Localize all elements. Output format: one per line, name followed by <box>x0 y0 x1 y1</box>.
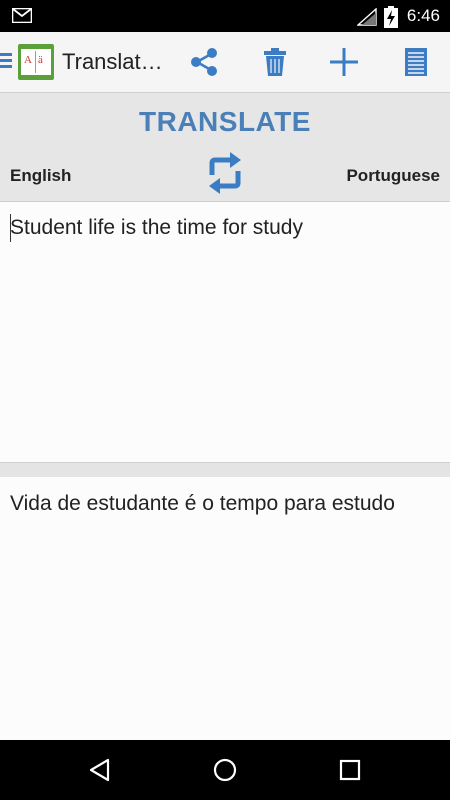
trash-icon[interactable] <box>259 46 291 78</box>
status-bar: 6:46 <box>0 0 450 32</box>
gmail-notification-icon <box>12 8 32 23</box>
recents-icon[interactable] <box>336 756 364 784</box>
translated-text: Vida de estudante é o tempo para estudo <box>10 492 395 515</box>
add-icon[interactable] <box>328 46 360 78</box>
app-logo-icon[interactable]: Aä <box>18 44 54 80</box>
action-bar: Aä Translat… <box>0 32 450 93</box>
drawer-menu-icon[interactable] <box>0 53 12 71</box>
battery-charging-icon <box>384 6 398 28</box>
clock: 6:46 <box>406 6 440 25</box>
navigation-bar <box>0 740 450 800</box>
source-text[interactable]: Student life is the time for study <box>10 216 303 240</box>
document-list-icon[interactable] <box>400 46 432 78</box>
source-text-input[interactable]: Student life is the time for study <box>0 202 450 462</box>
translate-panel: TRANSLATE English Portuguese <box>0 93 450 202</box>
swap-languages-icon[interactable] <box>205 151 245 195</box>
translate-button[interactable]: TRANSLATE <box>0 106 450 138</box>
signal-icon <box>357 8 377 26</box>
home-icon[interactable] <box>211 756 239 784</box>
panel-divider <box>0 462 450 478</box>
share-icon[interactable] <box>188 46 220 78</box>
target-language-selector[interactable]: Portuguese <box>346 166 440 186</box>
back-icon[interactable] <box>86 756 114 784</box>
source-language-selector[interactable]: English <box>10 166 71 186</box>
app-title: Translat… <box>62 49 163 74</box>
translation-output: Vida de estudante é o tempo para estudo <box>0 477 450 740</box>
